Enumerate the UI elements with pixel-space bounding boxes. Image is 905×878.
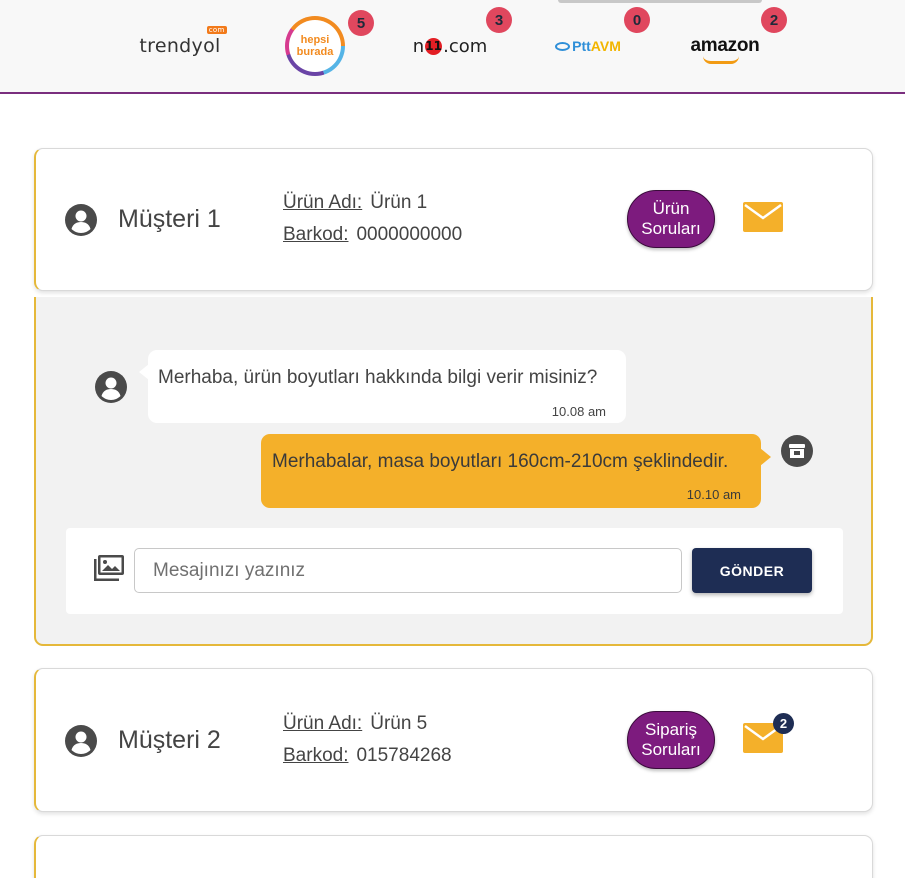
customer-card-2[interactable]: Müşteri 2 Ürün Adı: Ürün 5 Barkod: 0157842… <box>34 668 873 812</box>
customer-name: Müşteri 1 <box>118 205 221 233</box>
message-text: Merhabalar, masa boyutları 160cm-210cm ş… <box>272 451 729 472</box>
customer-name: Müşteri 2 <box>118 726 221 754</box>
message-text: Merhaba, ürün boyutları hakkında bilgi v… <box>158 367 598 388</box>
barcode-line: Barkod: 015784268 <box>283 745 452 767</box>
chat-panel: Merhaba, ürün boyutları hakkında bilgi v… <box>34 297 873 646</box>
store-trendyol[interactable]: trendyol com <box>139 0 227 92</box>
product-name-value: Ürün 1 <box>370 192 428 213</box>
envelope-icon[interactable] <box>743 202 783 232</box>
pttavm-logo: Ptt AVM <box>555 38 621 54</box>
trendyol-logo: trendyol com <box>139 26 227 57</box>
amazon-logo: amazon <box>691 35 760 64</box>
user-circle-icon <box>65 725 97 757</box>
outgoing-message-bubble: Merhabalar, masa boyutları 160cm-210cm ş… <box>261 434 771 508</box>
message-composer: GÖNDER <box>66 528 843 614</box>
store-amazon[interactable]: amazon <box>688 0 762 92</box>
message-input[interactable] <box>134 548 682 593</box>
image-attach-icon[interactable] <box>94 555 124 581</box>
product-name-line: Ürün Adı: Ürün 5 <box>283 713 427 735</box>
barcode-value: 0000000000 <box>356 224 463 245</box>
message-time: 10.10 am <box>686 487 741 502</box>
barcode-line: Barkod: 0000000000 <box>283 224 462 246</box>
user-circle-icon <box>65 204 97 236</box>
store-avatar-icon <box>781 435 813 467</box>
n11-count-badge: 3 <box>486 7 512 33</box>
n11-logo: n 11 .com <box>412 35 488 57</box>
customer-card-3[interactable] <box>34 835 873 878</box>
customer-card-1[interactable]: Müşteri 1 Ürün Adı: Ürün 1 Barkod: 0000000… <box>34 148 873 291</box>
product-name-label: Ürün Adı: <box>283 192 363 213</box>
product-name-line: Ürün Adı: Ürün 1 <box>283 192 427 214</box>
amazon-smile-icon <box>702 56 739 64</box>
message-time: 10.08 am <box>551 404 606 419</box>
barcode-value: 015784268 <box>356 745 452 766</box>
store-pttavm[interactable]: Ptt AVM <box>548 0 628 92</box>
store-n11[interactable]: n 11 .com <box>410 0 490 92</box>
hepsiburada-count-badge: 5 <box>348 10 374 36</box>
customer-avatar-icon <box>95 371 127 403</box>
pttavm-count-badge: 0 <box>624 7 650 33</box>
product-name-value: Ürün 5 <box>370 713 428 734</box>
incoming-message-bubble: Merhaba, ürün boyutları hakkında bilgi v… <box>139 350 626 423</box>
store-hepsiburada[interactable]: hepsi burada <box>284 0 346 92</box>
product-name-label: Ürün Adı: <box>283 713 363 734</box>
product-questions-button[interactable]: Ürün Soruları <box>627 190 715 248</box>
hepsiburada-logo: hepsi burada <box>285 16 345 76</box>
barcode-label: Barkod: <box>283 224 349 245</box>
amazon-count-badge: 2 <box>761 7 787 33</box>
ptt-swirl-icon <box>555 41 571 51</box>
barcode-label: Barkod: <box>283 745 349 766</box>
unread-count-badge: 2 <box>773 713 794 734</box>
marketplace-bar: trendyol com hepsi burada 5 n 11 .com 3 Ptt… <box>0 0 905 94</box>
order-questions-button[interactable]: Sipariş Soruları <box>627 711 715 769</box>
send-button[interactable]: GÖNDER <box>692 548 812 593</box>
